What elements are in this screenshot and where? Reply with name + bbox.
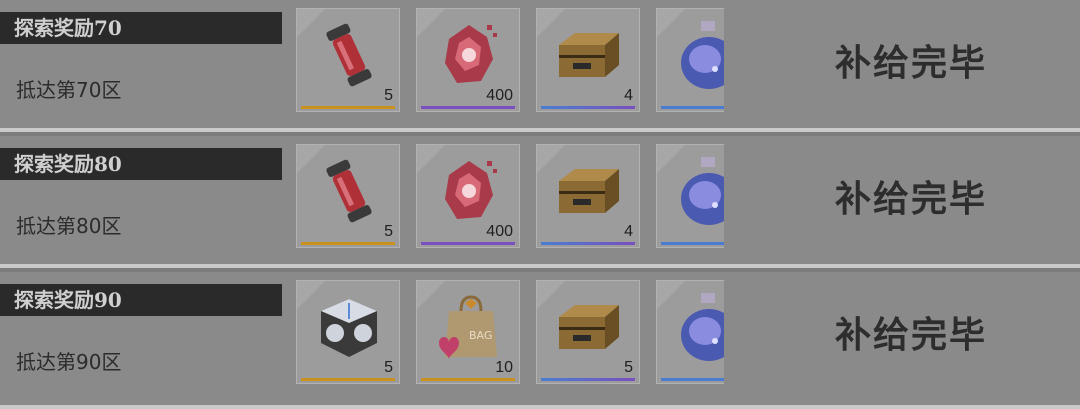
item-count: 400 bbox=[486, 223, 513, 240]
red-canister-icon bbox=[326, 23, 372, 87]
reward-item[interactable]: 5 bbox=[296, 144, 400, 248]
rarity-bar bbox=[301, 106, 395, 109]
item-count: 400 bbox=[486, 87, 513, 104]
item-count: 5 bbox=[384, 223, 393, 240]
rarity-bar bbox=[661, 378, 724, 381]
reward-item[interactable]: 5 bbox=[296, 280, 400, 384]
rarity-bar bbox=[661, 106, 724, 109]
reward-item[interactable]: 5 bbox=[536, 280, 640, 384]
reward-title: 探索奖励80 bbox=[0, 148, 282, 180]
rarity-bar bbox=[541, 106, 635, 109]
red-canister-icon bbox=[326, 159, 372, 223]
rarity-bar bbox=[421, 242, 515, 245]
red-crystal-icon bbox=[445, 25, 497, 83]
galaxy-bottle-icon bbox=[681, 293, 724, 361]
supply-crate-icon bbox=[559, 169, 619, 213]
supply-crate-icon bbox=[559, 305, 619, 349]
reward-item[interactable]: 400 bbox=[416, 144, 520, 248]
rarity-bar bbox=[541, 242, 635, 245]
reward-item[interactable] bbox=[656, 280, 724, 384]
reward-item[interactable] bbox=[656, 144, 724, 248]
reward-row: 探索奖励90 抵达第90区 5 BAG 10 5 补给完毕 bbox=[0, 272, 1080, 409]
reward-row: 探索奖励70 抵达第70区 5 400 4 补给完毕 bbox=[0, 0, 1080, 132]
reward-title: 探索奖励70 bbox=[0, 12, 282, 44]
item-count: 5 bbox=[384, 359, 393, 376]
status-text: 补给完毕 bbox=[835, 179, 988, 220]
reward-items: 5 BAG 10 5 bbox=[296, 280, 724, 386]
reward-condition: 抵达第70区 bbox=[16, 78, 122, 102]
item-count: 4 bbox=[624, 223, 633, 240]
reward-item[interactable] bbox=[656, 8, 724, 112]
item-count: 4 bbox=[624, 87, 633, 104]
svg-text:BAG: BAG bbox=[469, 329, 492, 342]
reward-row: 探索奖励80 抵达第80区 5 400 4 补给完毕 bbox=[0, 136, 1080, 268]
reward-title: 探索奖励90 bbox=[0, 284, 282, 316]
reward-item[interactable]: 4 bbox=[536, 8, 640, 112]
status-text: 补给完毕 bbox=[835, 43, 988, 84]
silver-cube-icon bbox=[321, 299, 377, 357]
item-count: 10 bbox=[495, 359, 513, 376]
rarity-bar bbox=[541, 378, 635, 381]
galaxy-bottle-icon bbox=[681, 21, 724, 89]
item-count: 5 bbox=[384, 87, 393, 104]
reward-condition: 抵达第80区 bbox=[16, 214, 122, 238]
rarity-bar bbox=[421, 378, 515, 381]
reward-item[interactable]: 4 bbox=[536, 144, 640, 248]
rarity-bar bbox=[661, 242, 724, 245]
reward-items: 5 400 4 bbox=[296, 144, 724, 250]
red-crystal-icon bbox=[445, 161, 497, 219]
item-count: 5 bbox=[624, 359, 633, 376]
supply-crate-icon bbox=[559, 33, 619, 77]
rarity-bar bbox=[301, 242, 395, 245]
reward-condition: 抵达第90区 bbox=[16, 350, 122, 374]
reward-item[interactable]: 400 bbox=[416, 8, 520, 112]
status-text: 补给完毕 bbox=[835, 315, 988, 356]
reward-items: 5 400 4 bbox=[296, 8, 724, 114]
reward-item[interactable]: 5 bbox=[296, 8, 400, 112]
gift-bag-icon: BAG bbox=[439, 295, 497, 359]
rarity-bar bbox=[301, 378, 395, 381]
rarity-bar bbox=[421, 106, 515, 109]
reward-item[interactable]: BAG 10 bbox=[416, 280, 520, 384]
galaxy-bottle-icon bbox=[681, 157, 724, 225]
